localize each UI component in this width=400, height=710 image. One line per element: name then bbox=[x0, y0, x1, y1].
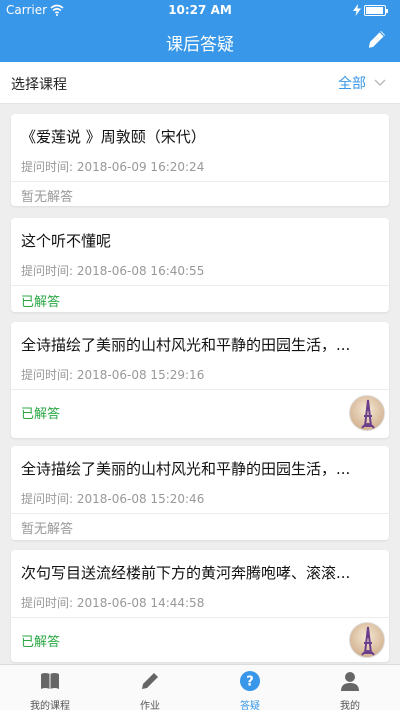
pencil-icon bbox=[142, 673, 158, 689]
question-icon: ? bbox=[240, 671, 260, 691]
tab-label: 我的 bbox=[340, 701, 360, 710]
question-card[interactable]: 这个听不懂呢 提问时间: 2018-06-08 16:40:55 已解答 bbox=[11, 218, 389, 312]
tab-label: 作业 bbox=[140, 701, 160, 710]
question-title: 这个听不懂呢 bbox=[21, 232, 112, 250]
course-dropdown-value: 全部 bbox=[338, 76, 366, 92]
answer-status: 已解答 bbox=[21, 635, 61, 650]
top-bar: Carrier 10:27 AM 课后答疑 bbox=[0, 0, 400, 62]
question-title: 《爱莲说 》周敦颐（宋代） bbox=[21, 128, 206, 146]
chevron-down-icon bbox=[374, 79, 386, 87]
battery-icon bbox=[364, 5, 388, 16]
filter-label: 选择课程 bbox=[11, 77, 67, 93]
status-bar: Carrier 10:27 AM bbox=[0, 0, 400, 20]
question-card[interactable]: 全诗描绘了美丽的山村风光和平静的田园生活，... 提问时间: 2018-06-0… bbox=[11, 322, 389, 438]
edit-icon[interactable] bbox=[366, 28, 388, 50]
tab-my-courses[interactable]: 我的课程 bbox=[0, 665, 100, 710]
question-time: 提问时间: 2018-06-08 14:44:58 bbox=[21, 596, 205, 610]
course-filter: 选择课程 全部 bbox=[0, 62, 400, 104]
page-title: 课后答疑 bbox=[166, 35, 234, 55]
question-time: 提问时间: 2018-06-09 16:20:24 bbox=[21, 160, 205, 174]
book-icon bbox=[41, 673, 59, 689]
svg-text:?: ? bbox=[246, 675, 254, 690]
question-card[interactable]: 次句写目送流经楼前下方的黄河奔腾咆哮、滚滚... 提问时间: 2018-06-0… bbox=[11, 550, 389, 662]
question-title: 次句写目送流经楼前下方的黄河奔腾咆哮、滚滚... bbox=[21, 564, 351, 582]
question-title: 全诗描绘了美丽的山村风光和平静的田园生活，... bbox=[21, 336, 351, 354]
question-card[interactable]: 全诗描绘了美丽的山村风光和平静的田园生活，... 提问时间: 2018-06-0… bbox=[11, 446, 389, 540]
question-title: 全诗描绘了美丽的山村风光和平静的田园生活，... bbox=[21, 460, 351, 478]
clock: 10:27 AM bbox=[168, 3, 232, 17]
tab-qa[interactable]: ? 答疑 bbox=[200, 665, 300, 710]
question-time: 提问时间: 2018-06-08 16:40:55 bbox=[21, 264, 205, 278]
question-card[interactable]: 《爱莲说 》周敦颐（宋代） 提问时间: 2018-06-09 16:20:24 … bbox=[11, 114, 389, 206]
charging-icon bbox=[353, 4, 361, 16]
course-dropdown[interactable]: 全部 bbox=[338, 72, 386, 94]
tab-bar: 我的课程 作业 ? 答疑 我的 bbox=[0, 664, 400, 710]
question-time: 提问时间: 2018-06-08 15:29:16 bbox=[21, 368, 205, 382]
question-time: 提问时间: 2018-06-08 15:20:46 bbox=[21, 492, 205, 506]
tab-profile[interactable]: 我的 bbox=[300, 665, 400, 710]
teacher-avatar bbox=[349, 395, 385, 431]
answer-status: 暂无解答 bbox=[21, 522, 74, 537]
person-icon bbox=[341, 672, 359, 691]
answer-status: 暂无解答 bbox=[21, 190, 74, 205]
answer-status: 已解答 bbox=[21, 295, 61, 310]
tab-label: 我的课程 bbox=[30, 701, 70, 710]
teacher-avatar bbox=[349, 622, 385, 658]
tab-label: 答疑 bbox=[240, 701, 260, 710]
tab-homework[interactable]: 作业 bbox=[100, 665, 200, 710]
answer-status: 已解答 bbox=[21, 407, 61, 422]
